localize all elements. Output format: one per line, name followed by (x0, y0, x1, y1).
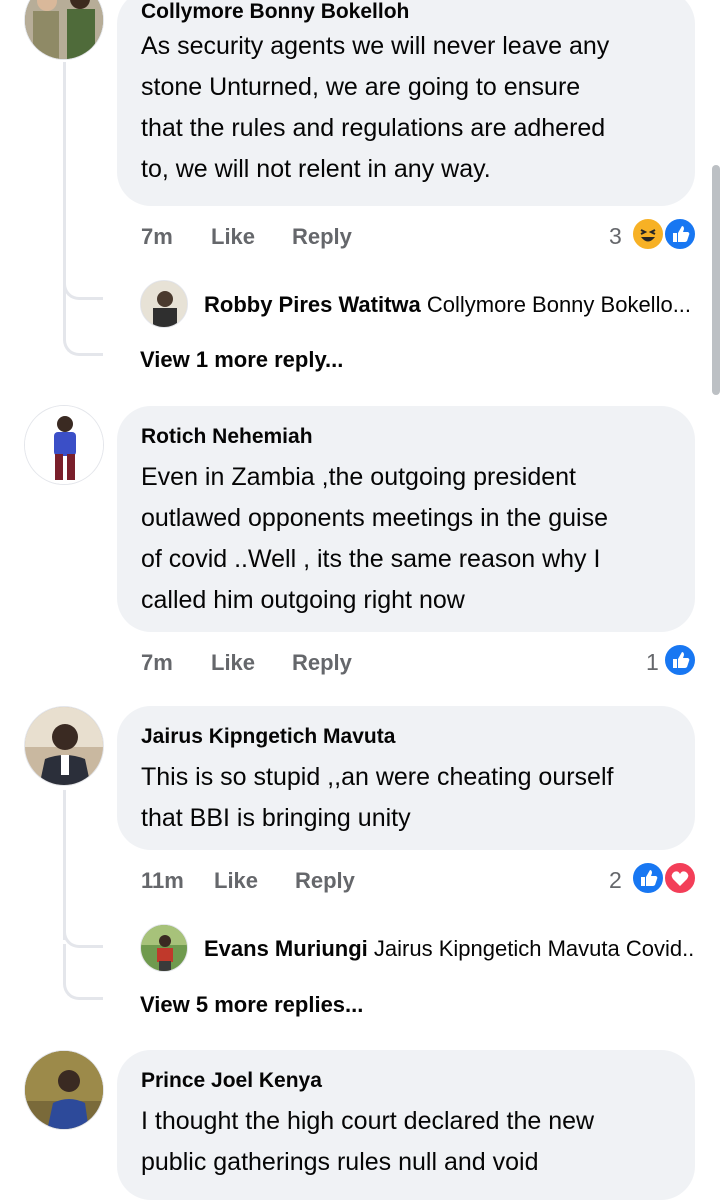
haha-icon[interactable] (631, 217, 665, 251)
comment-time[interactable]: 11m (141, 868, 184, 894)
reply-preview[interactable]: Evans Muriungi Jairus Kipngetich Mavuta … (204, 936, 694, 962)
comment-bubble[interactable]: Prince Joel Kenya I thought the high cou… (117, 1050, 695, 1200)
reply-connector (63, 906, 103, 948)
reply-connector (63, 262, 103, 300)
comment-line: Even in Zambia ,the outgoing president (141, 463, 576, 491)
comment-text: Even in Zambia ,the outgoing president o… (141, 457, 671, 621)
reply-avatar[interactable] (140, 924, 188, 972)
comment-line: public gatherings rules null and void (141, 1148, 539, 1176)
like-button[interactable]: Like (211, 224, 255, 250)
love-icon[interactable] (663, 861, 697, 895)
avatar-photo (25, 406, 103, 484)
avatar-photo (25, 1051, 103, 1129)
comment-line: called him outgoing right now (141, 586, 465, 614)
reaction-count[interactable]: 1 (646, 649, 659, 676)
avatar[interactable] (24, 0, 104, 60)
avatar-photo (25, 0, 103, 59)
view-more-replies[interactable]: View 1 more reply... (140, 347, 343, 373)
comment-line: that BBI is bringing unity (141, 804, 411, 832)
comment-line: I thought the high court declared the ne… (141, 1107, 595, 1135)
reply-preview[interactable]: Robby Pires Watitwa Collymore Bonny Boke… (204, 292, 694, 318)
comment-line: of covid ..Well , its the same reason wh… (141, 545, 601, 573)
reply-snippet: Jairus Kipngetich Mavuta Covid... (373, 936, 694, 961)
like-icon[interactable] (631, 861, 665, 895)
comment-line: to, we will not relent in any way. (141, 155, 491, 183)
comment-text: I thought the high court declared the ne… (141, 1101, 671, 1183)
comment-author[interactable]: Collymore Bonny Bokelloh (141, 0, 671, 26)
comment-bubble[interactable]: Rotich Nehemiah Even in Zambia ,the outg… (117, 406, 695, 632)
comment-text: This is so stupid ,,an were cheating our… (141, 757, 671, 839)
avatar[interactable] (24, 1050, 104, 1130)
reaction-count[interactable]: 3 (609, 223, 622, 250)
comment-line: stone Unturned, we are going to ensure (141, 73, 581, 101)
reply-button[interactable]: Reply (292, 224, 352, 250)
like-icon[interactable] (663, 217, 697, 251)
avatar-photo (25, 707, 103, 785)
view-more-replies[interactable]: View 5 more replies... (140, 992, 363, 1018)
comment-line: outlawed opponents meetings in the guise (141, 504, 608, 532)
comment-author[interactable]: Rotich Nehemiah (141, 423, 671, 451)
scrollbar[interactable] (712, 165, 720, 395)
comment-time[interactable]: 7m (141, 224, 173, 250)
avatar[interactable] (24, 706, 104, 786)
reply-button[interactable]: Reply (292, 650, 352, 676)
reply-connector (63, 944, 103, 1000)
reply-avatar[interactable] (140, 280, 188, 328)
reply-snippet: Collymore Bonny Bokello... (426, 292, 692, 317)
avatar-photo (141, 281, 187, 327)
reaction-count[interactable]: 2 (609, 867, 622, 894)
comment-bubble[interactable]: Collymore Bonny Bokelloh As security age… (117, 0, 695, 206)
reply-author[interactable]: Robby Pires Watitwa (204, 292, 421, 317)
like-button[interactable]: Like (214, 868, 258, 894)
comment-text: As security agents we will never leave a… (141, 26, 671, 190)
comment-time[interactable]: 7m (141, 650, 173, 676)
comment-author[interactable]: Prince Joel Kenya (141, 1067, 671, 1095)
avatar-photo (141, 925, 187, 971)
like-button[interactable]: Like (211, 650, 255, 676)
comment-bubble[interactable]: Jairus Kipngetich Mavuta This is so stup… (117, 706, 695, 850)
reply-button[interactable]: Reply (295, 868, 355, 894)
comment-line: This is so stupid ,,an were cheating our… (141, 763, 614, 791)
comment-author[interactable]: Jairus Kipngetich Mavuta (141, 723, 671, 751)
reply-author[interactable]: Evans Muriungi (204, 936, 368, 961)
avatar[interactable] (24, 405, 104, 485)
comment-line: that the rules and regulations are adher… (141, 114, 606, 142)
like-icon[interactable] (663, 643, 697, 677)
comment-line: As security agents we will never leave a… (141, 32, 610, 60)
reply-connector (63, 300, 103, 356)
